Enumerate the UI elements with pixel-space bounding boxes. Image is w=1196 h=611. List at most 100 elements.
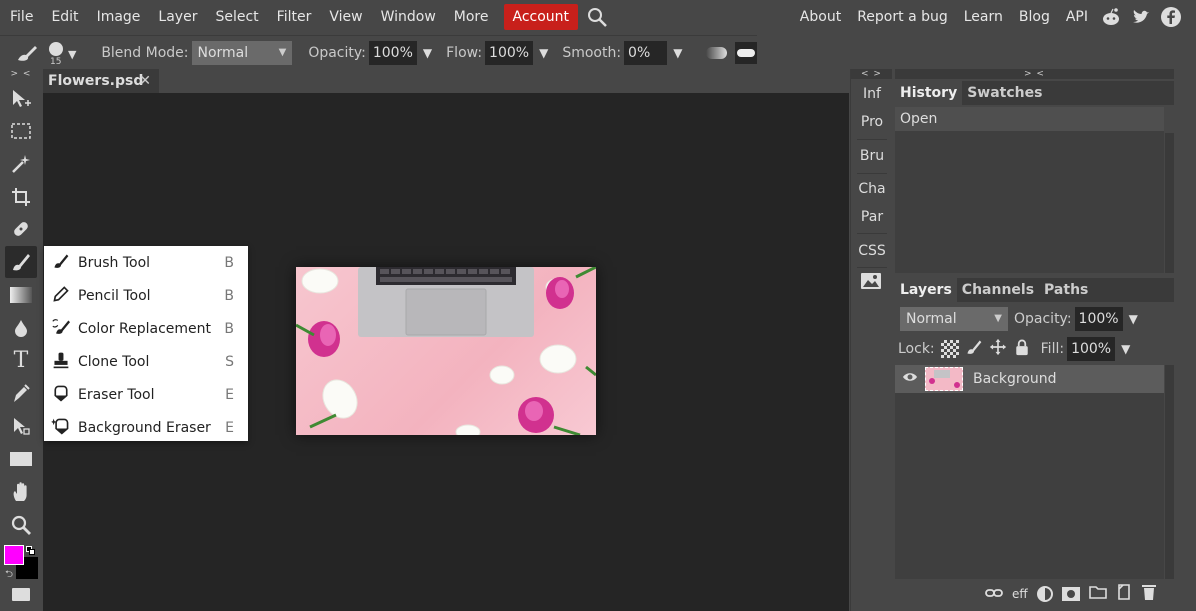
flow-dropdown-icon[interactable]: ▼ xyxy=(539,46,548,60)
brush-preset-icon[interactable] xyxy=(14,41,40,65)
facebook-icon[interactable] xyxy=(1160,6,1182,28)
smooth-input[interactable]: 0% xyxy=(624,40,668,65)
hand-tool-icon[interactable] xyxy=(5,476,37,508)
opacity-input[interactable]: 100% xyxy=(368,40,417,65)
menu-file[interactable]: File xyxy=(0,4,42,30)
toolbar-collapse-icon[interactable]: > < xyxy=(0,69,42,79)
new-group-icon[interactable] xyxy=(1088,585,1107,603)
canvas-image[interactable] xyxy=(296,267,596,435)
twitter-icon[interactable] xyxy=(1130,6,1152,28)
menu-window[interactable]: Window xyxy=(372,4,445,30)
blur-tool-icon[interactable] xyxy=(5,312,37,344)
new-layer-icon[interactable] xyxy=(1116,584,1132,604)
rectangle-tool-icon[interactable] xyxy=(5,443,37,475)
opacity-label: Opacity: xyxy=(308,44,366,61)
menu-image[interactable]: Image xyxy=(88,4,150,30)
lock-move-icon[interactable] xyxy=(989,338,1007,360)
panel-brush-button[interactable]: Bru xyxy=(851,142,893,170)
adjustment-layer-icon[interactable] xyxy=(1036,586,1053,602)
move-tool-icon[interactable] xyxy=(5,83,37,115)
opacity-dropdown-icon[interactable]: ▼ xyxy=(423,46,432,60)
pen-tool-icon[interactable] xyxy=(5,377,37,409)
link-learn[interactable]: Learn xyxy=(956,4,1011,30)
flyout-clone-tool[interactable]: Clone Tool S xyxy=(44,345,248,378)
fill-input[interactable]: 100% xyxy=(1067,337,1116,361)
link-about[interactable]: About xyxy=(792,4,849,30)
panel-character-button[interactable]: Cha xyxy=(851,175,893,203)
link-blog[interactable]: Blog xyxy=(1011,4,1058,30)
panel-paragraph-button[interactable]: Par xyxy=(851,203,893,231)
flyout-eraser-tool[interactable]: Eraser Tool E xyxy=(44,378,248,411)
layer-opacity-dropdown-icon[interactable]: ▼ xyxy=(1129,312,1138,326)
zoom-tool-icon[interactable] xyxy=(5,509,37,541)
layers-scrollbar[interactable] xyxy=(1165,365,1174,579)
flow-input[interactable]: 100% xyxy=(485,40,534,65)
blend-mode-select[interactable]: Normal ▼ xyxy=(191,40,293,65)
tab-swatches[interactable]: Swatches xyxy=(962,81,1047,105)
menu-filter[interactable]: Filter xyxy=(268,4,321,30)
lock-all-icon[interactable] xyxy=(1013,338,1031,360)
history-scrollbar[interactable] xyxy=(1165,133,1174,273)
lock-transparency-icon[interactable] xyxy=(940,340,959,358)
tool-options-bar: 15 ▼ Blend Mode: Normal ▼ Opacity: 100% … xyxy=(0,35,757,69)
layer-opacity-label: Opacity: xyxy=(1014,311,1072,327)
foreground-color-swatch[interactable] xyxy=(4,545,24,565)
right-collapse-icon[interactable]: > < xyxy=(895,69,1174,79)
layer-blend-select[interactable]: Normal ▼ xyxy=(900,307,1008,331)
menu-more[interactable]: More xyxy=(445,4,498,30)
marquee-tool-icon[interactable] xyxy=(5,115,37,147)
flyout-color-replacement[interactable]: Color Replacement B xyxy=(44,312,248,345)
mini-collapse-icon[interactable]: < > xyxy=(851,69,892,79)
tab-paths[interactable]: Paths xyxy=(1039,278,1093,302)
default-colors-icon[interactable] xyxy=(26,546,36,556)
brush-size-control[interactable]: 15 ▼ xyxy=(46,38,79,68)
account-button[interactable]: Account xyxy=(503,4,579,30)
link-layers-icon[interactable] xyxy=(985,585,1003,603)
reddit-icon[interactable] xyxy=(1100,6,1122,28)
tab-history[interactable]: History xyxy=(895,81,963,105)
path-select-icon[interactable] xyxy=(5,410,37,442)
chevron-down-icon: ▼ xyxy=(68,47,77,61)
smooth-dropdown-icon[interactable]: ▼ xyxy=(673,46,682,60)
close-icon[interactable]: ✕ xyxy=(139,69,151,93)
layer-effects-button[interactable]: eff xyxy=(1012,587,1028,601)
lock-paint-icon[interactable] xyxy=(965,338,983,360)
menu-layer[interactable]: Layer xyxy=(149,4,206,30)
soft-brush-icon[interactable] xyxy=(706,46,727,59)
brush-tool-icon[interactable] xyxy=(5,246,37,278)
flyout-brush-tool[interactable]: Brush Tool B xyxy=(44,246,248,279)
menu-edit[interactable]: Edit xyxy=(42,4,87,30)
layer-name: Background xyxy=(973,371,1057,387)
hard-brush-icon[interactable] xyxy=(734,41,757,64)
tab-layers[interactable]: Layers xyxy=(895,278,957,302)
eye-icon[interactable] xyxy=(895,371,925,387)
healing-brush-icon[interactable] xyxy=(5,213,37,245)
link-report-bug[interactable]: Report a bug xyxy=(849,4,956,30)
layer-background[interactable]: Background xyxy=(895,365,1164,393)
fill-dropdown-icon[interactable]: ▼ xyxy=(1121,342,1130,356)
panel-css-button[interactable]: CSS xyxy=(851,237,893,265)
search-icon[interactable] xyxy=(586,6,608,28)
crop-tool-icon[interactable] xyxy=(5,181,37,213)
layer-mask-icon[interactable] xyxy=(1061,587,1080,601)
panel-properties-button[interactable]: Pro xyxy=(851,108,893,136)
document-tab[interactable]: Flowers.psd ✕ xyxy=(43,69,159,93)
history-list-empty xyxy=(895,131,1164,273)
gradient-tool-icon[interactable] xyxy=(5,279,37,311)
type-tool-icon[interactable]: T xyxy=(5,344,37,376)
eraser-icon xyxy=(44,384,78,406)
delete-layer-icon[interactable] xyxy=(1141,583,1157,605)
flyout-background-eraser[interactable]: Background Eraser E xyxy=(44,411,248,444)
history-row-open[interactable]: Open xyxy=(895,107,1164,131)
panel-info-button[interactable]: Inf xyxy=(851,80,893,108)
panel-image-icon[interactable] xyxy=(861,273,881,289)
layer-opacity-input[interactable]: 100% xyxy=(1074,307,1123,331)
swap-colors-icon[interactable]: ⮌ xyxy=(5,567,13,584)
magic-wand-icon[interactable] xyxy=(5,148,37,180)
menu-select[interactable]: Select xyxy=(206,4,267,30)
quick-mask-icon[interactable] xyxy=(12,588,30,601)
menu-view[interactable]: View xyxy=(320,4,371,30)
link-api[interactable]: API xyxy=(1058,4,1096,30)
tab-channels[interactable]: Channels xyxy=(957,278,1039,302)
flyout-pencil-tool[interactable]: Pencil Tool B xyxy=(44,279,248,312)
